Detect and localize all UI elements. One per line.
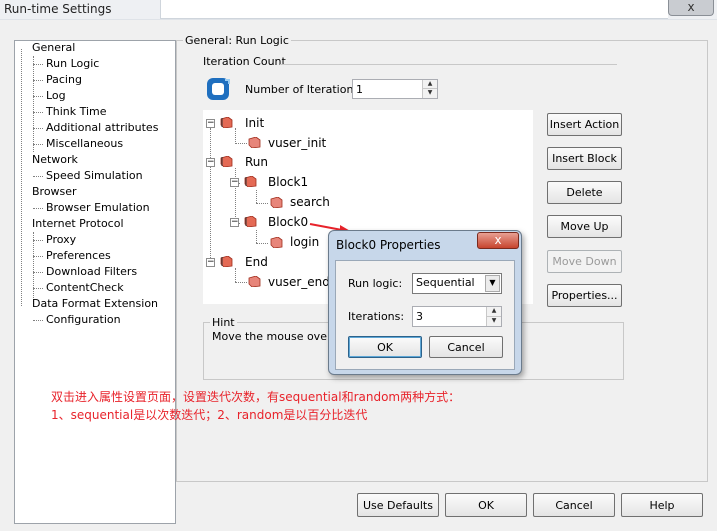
run-logic-selected-value: Sequential — [416, 276, 475, 289]
tree-line — [33, 56, 34, 152]
run-logic-label: Run logic: — [348, 277, 403, 290]
nav-item-browser-emulation[interactable]: Browser Emulation — [46, 201, 150, 215]
tree-node-search[interactable]: search — [290, 195, 330, 210]
title-bar-background — [160, 0, 668, 19]
number-of-iterations-label: Number of Iterations: — [245, 83, 363, 96]
action-icon — [248, 276, 261, 287]
help-button[interactable]: Help — [621, 493, 703, 517]
collapse-block1-icon[interactable]: − — [230, 178, 239, 187]
run-logic-select[interactable]: Sequential ▼ — [412, 273, 502, 294]
number-of-iterations-spinner[interactable]: ▲ ▼ — [352, 79, 438, 99]
settings-nav-tree: General Run Logic Pacing Log Think Time … — [14, 40, 176, 524]
block0-properties-dialog: Block0 Properties x Run logic: Sequentia… — [328, 230, 522, 375]
tree-node-vuser-end[interactable]: vuser_end — [268, 275, 330, 290]
dialog-ok-button[interactable]: OK — [348, 336, 422, 358]
block0-icon — [244, 216, 257, 227]
iterations-input[interactable] — [413, 307, 485, 326]
hint-label: Hint — [210, 316, 237, 329]
collapse-run-icon[interactable]: − — [206, 158, 215, 167]
iteration-count-separator — [280, 64, 617, 65]
collapse-end-icon[interactable]: − — [206, 258, 215, 267]
nav-item-download-filters[interactable]: Download Filters — [46, 265, 137, 279]
run-logic-group-title: General: Run Logic — [183, 34, 291, 47]
init-block-icon — [220, 117, 233, 128]
spin-up-arrow-icon[interactable]: ▲ — [486, 307, 501, 317]
nav-item-configuration[interactable]: Configuration — [46, 313, 121, 327]
tree-node-end[interactable]: End — [245, 255, 268, 270]
nav-item-contentcheck[interactable]: ContentCheck — [46, 281, 124, 295]
move-up-button[interactable]: Move Up — [547, 215, 622, 238]
nav-item-preferences[interactable]: Preferences — [46, 249, 111, 263]
iteration-count-label: Iteration Count — [201, 55, 288, 68]
insert-action-button[interactable]: Insert Action — [547, 113, 622, 136]
tree-node-vuser-init[interactable]: vuser_init — [268, 136, 326, 151]
window-title: Run-time Settings — [4, 2, 112, 16]
tree-node-block0[interactable]: Block0 — [268, 215, 308, 230]
annotation-line-2: 1、sequential是以次数迭代；2、random是以百分比迭代 — [51, 408, 368, 422]
nav-item-browser[interactable]: Browser — [32, 185, 77, 199]
nav-item-speed-simulation[interactable]: Speed Simulation — [46, 169, 143, 183]
delete-button[interactable]: Delete — [547, 181, 622, 204]
move-down-button[interactable]: Move Down — [547, 250, 622, 273]
iterations-spinner[interactable]: ▲ ▼ — [412, 306, 502, 327]
collapse-block0-icon[interactable]: − — [230, 218, 239, 227]
properties-button[interactable]: Properties... — [547, 284, 622, 307]
action-icon — [270, 237, 283, 248]
nav-item-general[interactable]: General — [32, 41, 75, 55]
use-defaults-button[interactable]: Use Defaults — [357, 493, 439, 517]
tree-line — [21, 49, 22, 306]
annotation-line-1: 双击进入属性设置页面，设置迭代次数，有sequential和random两种方式… — [51, 390, 461, 404]
window-close-button[interactable]: x — [668, 0, 714, 16]
close-icon: x — [494, 233, 502, 247]
run-block-icon — [220, 156, 233, 167]
action-icon — [248, 137, 261, 148]
nav-item-miscellaneous[interactable]: Miscellaneous — [46, 137, 123, 151]
nav-item-log[interactable]: Log — [46, 89, 66, 103]
tree-node-block1[interactable]: Block1 — [268, 175, 308, 190]
close-icon: x — [687, 0, 695, 14]
collapse-init-icon[interactable]: − — [206, 119, 215, 128]
tree-node-run[interactable]: Run — [245, 155, 268, 170]
cancel-button[interactable]: Cancel — [533, 493, 615, 517]
number-of-iterations-input[interactable] — [353, 80, 421, 98]
nav-item-internet-protocol[interactable]: Internet Protocol — [32, 217, 124, 231]
nav-item-run-logic[interactable]: Run Logic — [46, 57, 100, 71]
dropdown-arrow-icon[interactable]: ▼ — [485, 275, 500, 292]
iterations-label: Iterations: — [348, 310, 405, 323]
tree-node-init[interactable]: Init — [245, 116, 264, 131]
dialog-title: Block0 Properties — [336, 238, 441, 252]
dialog-body: Run logic: Sequential ▼ Iterations: ▲ ▼ … — [335, 260, 515, 370]
spin-down-arrow-icon[interactable]: ▼ — [422, 89, 437, 98]
nav-item-pacing[interactable]: Pacing — [46, 73, 82, 87]
dialog-close-button[interactable]: x — [477, 232, 519, 249]
spin-up-arrow-icon[interactable]: ▲ — [422, 80, 437, 89]
nav-item-data-format-extension[interactable]: Data Format Extension — [32, 297, 158, 311]
ok-button[interactable]: OK — [445, 493, 527, 517]
nav-item-proxy[interactable]: Proxy — [46, 233, 76, 247]
block1-icon — [244, 176, 257, 187]
nav-item-network[interactable]: Network — [32, 153, 78, 167]
dialog-cancel-button[interactable]: Cancel — [429, 336, 503, 358]
end-block-icon — [220, 256, 233, 267]
nav-item-additional-attributes[interactable]: Additional attributes — [46, 121, 158, 135]
spin-down-arrow-icon[interactable]: ▼ — [486, 316, 501, 326]
action-icon — [270, 197, 283, 208]
insert-block-button[interactable]: Insert Block — [547, 147, 622, 170]
refresh-loop-icon — [205, 76, 231, 102]
nav-item-think-time[interactable]: Think Time — [46, 105, 107, 119]
